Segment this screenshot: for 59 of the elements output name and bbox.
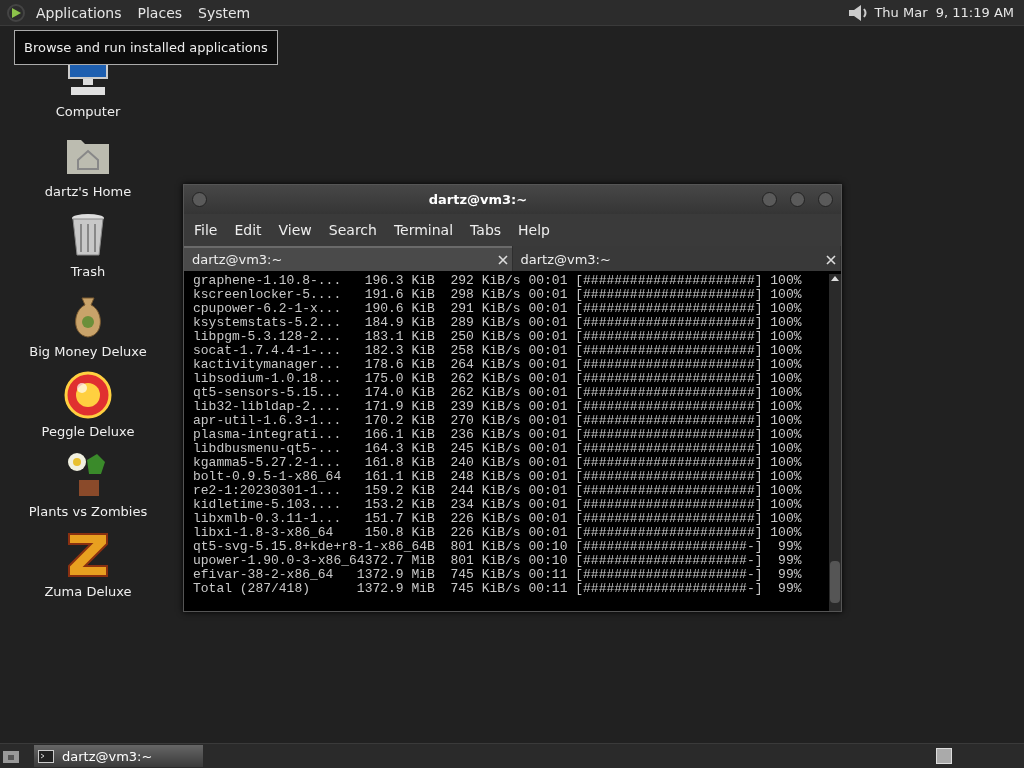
terminal-line: kidletime-5.103.... 153.2 KiB 234 KiB/s 00:01 [######################] 100% [193,498,803,512]
desktop-icon-label[interactable]: Peggle Deluxe [41,424,135,439]
terminal-line: libxi-1.8-3-x86_64 150.8 KiB 226 KiB/s 00:01 [######################] 100% [193,526,803,540]
terminal-line: upower-1.90.0-3-x86_64372.7 MiB 801 KiB/s 00:10 [#####################-] 99% [193,554,803,568]
terminal-line: kscreenlocker-5.... 191.6 KiB 298 KiB/s 00:01 [######################] 100% [193,288,803,302]
terminal-line: libsodium-1.0.18... 175.0 KiB 262 KiB/s 00:01 [######################] 100% [193,372,803,386]
workspace-switcher[interactable] [936,748,952,764]
close-icon[interactable] [497,254,508,265]
terminal-icon [38,749,54,763]
terminal-line: graphene-1.10.8-... 196.3 KiB 292 KiB/s 00:01 [######################] 100% [193,274,803,288]
terminal-tab[interactable]: dartz@vm3:~ [512,246,840,271]
scroll-up-icon[interactable] [830,274,840,282]
terminal-line: plasma-integrati... 166.1 KiB 236 KiB/s 00:01 [######################] 100% [193,428,803,442]
scroll-thumb[interactable] [830,561,840,603]
close-button[interactable] [818,192,833,207]
scrollbar[interactable] [829,274,841,611]
taskbar-button[interactable]: dartz@vm3:~ [34,745,203,767]
maximize-button[interactable] [790,192,805,207]
desktop-icon-label[interactable]: Big Money Deluxe [29,344,147,359]
minimize-button[interactable] [762,192,777,207]
menu-item[interactable]: File [187,222,225,238]
terminal-line: kactivitymanager... 178.6 KiB 264 KiB/s 00:01 [######################] 100% [193,358,803,372]
close-icon[interactable] [826,254,836,265]
clock[interactable]: Thu Mar 9, 11:19 AM [874,5,1018,20]
show-desktop-icon[interactable] [2,748,20,764]
terminal-line: lib32-libldap-2.... 171.9 KiB 239 KiB/s 00:01 [######################] 100% [193,400,803,414]
menu-item[interactable]: Search [321,222,384,238]
terminal-line: apr-util-1.6.3-1... 170.2 KiB 270 KiB/s 00:01 [######################] 100% [193,414,803,428]
peggle-ball-icon [63,370,113,420]
menu-item[interactable]: Edit [227,222,269,238]
panel-menu[interactable]: System [192,4,257,21]
terminal-line: ksystemstats-5.2... 184.9 KiB 289 KiB/s 00:01 [######################] 100% [193,316,803,330]
window-title: dartz@vm3:~ [427,192,529,207]
terminal-line: libdbusmenu-qt5-... 164.3 KiB 245 KiB/s 00:01 [######################] 100% [193,442,803,456]
desktop-icon-label[interactable]: Plants vs Zombies [28,504,148,519]
terminal-line: re2-1:20230301-1... 159.2 KiB 244 KiB/s 00:01 [######################] 100% [193,484,803,498]
terminal-line: cpupower-6.2-1-x... 190.6 KiB 291 KiB/s 00:01 [######################] 100% [193,302,803,316]
tooltip: Browse and run installed applications [14,30,278,65]
terminal-line: libxmlb-0.3.11-1... 151.7 KiB 226 KiB/s 00:01 [######################] 100% [193,512,803,526]
terminal-tab[interactable]: dartz@vm3:~ [184,246,512,271]
menu-item[interactable]: View [271,222,319,238]
terminal-line: kgamma5-5.27.2-1... 161.8 KiB 240 KiB/s 00:01 [######################] 100% [193,456,803,470]
panel-menu[interactable]: Places [131,4,189,21]
desktop-icon-label[interactable]: Zuma Deluxe [44,584,132,599]
desktop-icon-label[interactable]: Computer [55,104,121,119]
menu-item[interactable]: Terminal [386,222,461,238]
panel-menu[interactable]: Applications [30,4,128,21]
terminal-line: efivar-38-2-x86_64 1372.9 MiB 745 KiB/s 00:11 [#####################-] 99% [193,568,803,582]
terminal-line: Total (287/418) 1372.9 MiB 745 KiB/s 00:11 [#####################-] 99% [193,582,803,596]
terminal-line: qt5-svg-5.15.8+kde+r8-1-x86_64B 801 KiB/s 00:10 [#####################-] 99% [193,540,803,554]
desktop-icon-label[interactable]: Trash [70,264,106,279]
desktop-icon-label[interactable]: dartz's Home [44,184,132,199]
menu-item[interactable]: Tabs [463,222,509,238]
menu-item[interactable]: Help [511,222,557,238]
terminal-line: qt5-sensors-5.15... 174.0 KiB 262 KiB/s 00:01 [######################] 100% [193,386,803,400]
terminal-line: libpgm-5.3.128-2... 183.1 KiB 250 KiB/s 00:01 [######################] 100% [193,330,803,344]
window-menu-button[interactable] [192,192,207,207]
terminal-line: bolt-0.9.5-1-x86_64 161.1 KiB 248 KiB/s 00:01 [######################] 100% [193,470,803,484]
terminal-line: socat-1.7.4.4-1-... 182.3 KiB 258 KiB/s 00:01 [######################] 100% [193,344,803,358]
